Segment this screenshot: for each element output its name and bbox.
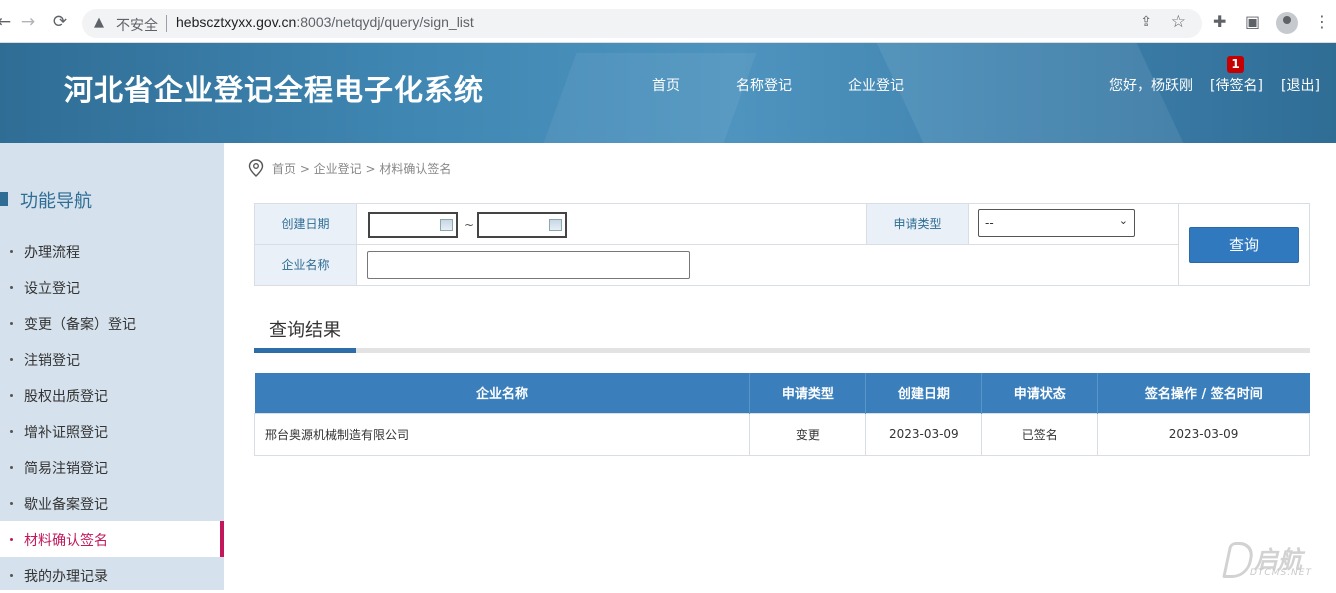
pending-count-badge: 1: [1227, 56, 1244, 73]
table-row: 邢台奥源机械制造有限公司 变更 2023-03-09 已签名 2023-03-0…: [253, 412, 1310, 456]
sidebar-item-label: 我的办理记录: [24, 569, 108, 585]
nav-home[interactable]: 首页: [652, 75, 680, 95]
sidebar-item-suspension[interactable]: 歇业备案登记: [0, 485, 224, 521]
extensions-icon[interactable]: ✚: [1213, 12, 1226, 31]
sidebar-item-label: 增补证照登记: [24, 425, 108, 441]
calendar-icon[interactable]: [549, 219, 562, 231]
breadcrumb-text[interactable]: 首页 > 企业登记 > 材料确认签名: [272, 162, 451, 176]
query-button[interactable]: 查询: [1189, 227, 1299, 263]
sidebar-item-label: 材料确认签名: [24, 533, 108, 549]
sidebar-item-label: 歇业备案登记: [24, 497, 108, 513]
insecure-label[interactable]: 不安全: [116, 15, 158, 35]
address-divider: [166, 15, 167, 32]
cell-create-date: 2023-03-09: [865, 412, 983, 456]
company-name-label: 企业名称: [281, 258, 330, 272]
create-date-label-cell: 创建日期: [255, 204, 357, 245]
col-company-name: 企业名称: [254, 373, 751, 413]
bullet-icon: [10, 394, 13, 397]
col-apply-type: 申请类型: [749, 373, 867, 413]
pending-sign-link[interactable]: [待签名]: [1210, 75, 1263, 95]
sidebar-item-license-reissue[interactable]: 增补证照登记: [0, 413, 224, 449]
user-greeting: 您好，杨跃刚: [1109, 78, 1193, 94]
sidebar-item-label: 设立登记: [24, 281, 80, 297]
back-icon[interactable]: ←: [0, 12, 14, 32]
warning-icon[interactable]: ▲: [94, 15, 104, 30]
profile-avatar[interactable]: [1276, 12, 1298, 34]
bullet-icon: [10, 466, 13, 469]
url-host: hebscztxyxx.gov.cn: [176, 14, 297, 30]
forward-icon[interactable]: →: [18, 12, 38, 32]
apply-type-selected: --: [985, 216, 994, 230]
calendar-icon[interactable]: [440, 219, 453, 231]
sidebar-title-marker: [0, 192, 8, 206]
sidebar-item-simple-deregister[interactable]: 简易注销登记: [0, 449, 224, 485]
url-text[interactable]: hebscztxyxx.gov.cn:8003/netqydj/query/si…: [176, 14, 474, 30]
apply-type-label: 申请类型: [893, 217, 942, 231]
table-header-row: 企业名称 申请类型 创建日期 申请状态 签名操作 / 签名时间: [254, 373, 1310, 413]
sidebar-item-deregister[interactable]: 注销登记: [0, 341, 224, 377]
apply-type-label-cell: 申请类型: [867, 204, 969, 245]
sidebar-title-text: 功能导航: [20, 191, 92, 212]
sidebar: 功能导航 办理流程 设立登记 变更（备案）登记 注销登记 股权出质登记 增补证照…: [0, 143, 224, 590]
bullet-icon: [10, 430, 13, 433]
breadcrumb: 首页 > 企业登记 > 材料确认签名: [248, 159, 451, 177]
share-icon[interactable]: ⇪: [1140, 14, 1152, 30]
sidebar-item-process[interactable]: 办理流程: [0, 233, 224, 269]
url-path: :8003/netqydj/query/sign_list: [296, 14, 474, 30]
sidebar-item-my-records[interactable]: 我的办理记录: [0, 557, 224, 593]
results-divider-accent: [254, 348, 356, 353]
logout-link[interactable]: [退出]: [1281, 75, 1320, 95]
results-table: 企业名称 申请类型 创建日期 申请状态 签名操作 / 签名时间 邢台奥源机械制造…: [253, 373, 1310, 456]
col-apply-status: 申请状态: [981, 373, 1099, 413]
side-panel-icon[interactable]: ▣: [1245, 12, 1260, 31]
watermark-logo: 启航 DTCMS.NET: [1222, 540, 1321, 582]
company-name-label-cell: 企业名称: [255, 245, 357, 285]
nav-enterprise-registration[interactable]: 企业登记: [848, 75, 904, 95]
bullet-icon: [10, 574, 13, 577]
sidebar-item-material-sign[interactable]: 材料确认签名: [0, 521, 224, 557]
chevron-down-icon: ⌄: [1118, 214, 1128, 227]
watermark-sub: DTCMS.NET: [1250, 568, 1312, 578]
date-separator: ~: [464, 218, 475, 232]
sidebar-item-label: 变更（备案）登记: [24, 317, 136, 333]
bullet-icon: [10, 250, 13, 253]
header-decoration: [543, 53, 757, 143]
create-date-label: 创建日期: [281, 217, 330, 231]
start-date-input[interactable]: [368, 212, 458, 238]
results-divider: [254, 348, 1310, 353]
cell-apply-status: 已签名: [981, 412, 1099, 456]
bullet-icon: [10, 286, 13, 289]
location-pin-icon: [248, 159, 264, 177]
sidebar-item-label: 办理流程: [24, 245, 80, 261]
cell-sign-time: 2023-03-09: [1097, 412, 1310, 456]
bullet-icon: [10, 538, 13, 541]
sidebar-item-change[interactable]: 变更（备案）登记: [0, 305, 224, 341]
cell-company-name: 邢台奥源机械制造有限公司: [253, 412, 751, 456]
sidebar-item-label: 股权出质登记: [24, 389, 108, 405]
col-sign-action: 签名操作 / 签名时间: [1097, 373, 1310, 413]
sidebar-item-establish[interactable]: 设立登记: [0, 269, 224, 305]
sidebar-item-equity-pledge[interactable]: 股权出质登记: [0, 377, 224, 413]
address-bar[interactable]: ▲ 不安全 hebscztxyxx.gov.cn:8003/netqydj/qu…: [82, 9, 1202, 38]
sidebar-item-label: 注销登记: [24, 353, 80, 369]
reload-icon[interactable]: ⟳: [50, 12, 70, 32]
site-header: 河北省企业登记全程电子化系统 首页 名称登记 企业登记 您好，杨跃刚 [待签名]…: [0, 43, 1336, 143]
menu-kebab-icon[interactable]: ⋮: [1314, 12, 1330, 31]
cell-apply-type: 变更: [749, 412, 867, 456]
bullet-icon: [10, 322, 13, 325]
bullet-icon: [10, 358, 13, 361]
company-name-input[interactable]: [367, 251, 690, 279]
bookmark-star-icon[interactable]: ☆: [1171, 12, 1186, 32]
col-create-date: 创建日期: [865, 373, 983, 413]
site-title: 河北省企业登记全程电子化系统: [64, 73, 485, 107]
apply-type-select[interactable]: -- ⌄: [978, 209, 1135, 237]
sidebar-item-label: 简易注销登记: [24, 461, 108, 477]
end-date-input[interactable]: [477, 212, 567, 238]
bullet-icon: [10, 502, 13, 505]
results-title: 查询结果: [269, 320, 341, 341]
nav-name-registration[interactable]: 名称登记: [736, 75, 792, 95]
browser-toolbar: ← → ⟳ ▲ 不安全 hebscztxyxx.gov.cn:8003/netq…: [0, 0, 1336, 43]
